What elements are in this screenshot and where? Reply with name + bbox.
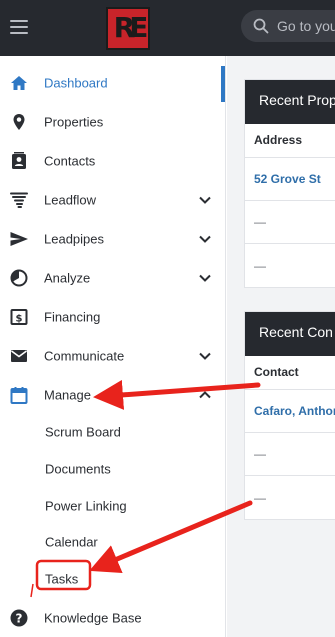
app-logo[interactable]: RE bbox=[106, 7, 150, 50]
sidebar-subitem-calendar[interactable]: Calendar bbox=[0, 523, 222, 560]
sidebar-item-dashboard[interactable]: Dashboard bbox=[0, 63, 222, 102]
sidebar-subitem-scrum-board[interactable]: Scrum Board bbox=[0, 413, 222, 450]
svg-text:$: $ bbox=[16, 313, 23, 324]
chevron-up-icon[interactable] bbox=[198, 390, 212, 400]
sidebar-subitem-label: Scrum Board bbox=[45, 424, 121, 439]
map-pin-icon bbox=[13, 113, 25, 130]
sidebar-item-label: Manage bbox=[44, 387, 91, 402]
chevron-down-icon[interactable] bbox=[198, 234, 212, 244]
sidebar-item-label: Dashboard bbox=[44, 75, 108, 90]
hamburger-menu-icon[interactable] bbox=[10, 20, 28, 34]
top-bar: RE Go to you bbox=[0, 0, 335, 56]
table-row: — bbox=[254, 258, 266, 273]
recent-properties-card: Recent Prop Address 52 Grove St — — bbox=[244, 79, 335, 288]
sidebar-subitem-label: Power Linking bbox=[45, 498, 127, 513]
recent-contacts-card: Recent Con Contact Cafaro, Anthon — — bbox=[244, 311, 335, 520]
sidebar-subitem-label: Documents bbox=[45, 461, 111, 476]
chevron-down-icon[interactable] bbox=[198, 195, 212, 205]
sidebar-item-label: Knowledge Base bbox=[44, 610, 142, 625]
sidebar-item-leadpipes[interactable]: Leadpipes bbox=[0, 219, 222, 258]
sidebar-subitem-power-linking[interactable]: Power Linking bbox=[0, 487, 222, 524]
table-row[interactable]: 52 Grove St bbox=[245, 158, 335, 201]
send-icon bbox=[10, 231, 28, 246]
sidebar-item-label: Analyze bbox=[44, 270, 91, 285]
sidebar-item-label: Contacts bbox=[44, 153, 96, 168]
dollar-icon: $ bbox=[10, 308, 28, 325]
contacts-icon bbox=[12, 151, 26, 169]
search-placeholder: Go to you bbox=[277, 18, 335, 34]
calendar-icon bbox=[10, 386, 28, 404]
table-row: — bbox=[245, 201, 335, 244]
sidebar-item-label: Properties bbox=[44, 114, 104, 129]
sidebar-item-financing[interactable]: $ Financing bbox=[0, 297, 222, 336]
sidebar-item-contacts[interactable]: Contacts bbox=[0, 141, 222, 180]
sidebar-item-manage[interactable]: Manage bbox=[0, 375, 222, 414]
sidebar-item-label: Leadflow bbox=[44, 192, 97, 207]
funnel-tornado-icon bbox=[10, 192, 28, 208]
card-title: Recent Con bbox=[245, 312, 335, 356]
envelope-icon bbox=[11, 349, 27, 362]
sidebar-item-leadflow[interactable]: Leadflow bbox=[0, 180, 222, 219]
column-header-contact: Contact bbox=[245, 356, 335, 390]
pie-icon bbox=[10, 269, 28, 286]
sidebar-subitem-label: Calendar bbox=[45, 534, 98, 549]
column-header-address: Address bbox=[245, 124, 335, 158]
sidebar-item-label: Leadpipes bbox=[44, 231, 104, 246]
table-row: — bbox=[245, 433, 335, 476]
svg-text:?: ? bbox=[16, 611, 23, 625]
table-row: — bbox=[254, 490, 266, 505]
sidebar-subitem-tasks[interactable]: Tasks bbox=[0, 560, 222, 597]
sidebar-item-properties[interactable]: Properties bbox=[0, 102, 222, 141]
logo-text: RE bbox=[113, 11, 149, 44]
sidebar-item-communicate[interactable]: Communicate bbox=[0, 336, 222, 375]
sidebar-item-knowledge-base[interactable]: ? Knowledge Base bbox=[0, 598, 222, 637]
card-title: Recent Prop bbox=[245, 80, 335, 124]
chevron-down-icon[interactable] bbox=[198, 273, 212, 283]
search-input[interactable]: Go to you bbox=[241, 10, 335, 42]
sidebar-subitem-documents[interactable]: Documents bbox=[0, 450, 222, 487]
chevron-down-icon[interactable] bbox=[198, 351, 212, 361]
sidebar-item-label: Financing bbox=[44, 309, 101, 324]
sidebar-item-label: Communicate bbox=[44, 348, 125, 363]
sidebar-item-analyze[interactable]: Analyze bbox=[0, 258, 222, 297]
home-icon bbox=[11, 75, 27, 90]
question-icon: ? bbox=[10, 609, 28, 626]
table-row[interactable]: Cafaro, Anthon bbox=[245, 390, 335, 433]
sidebar-subitem-label: Tasks bbox=[45, 571, 79, 586]
search-icon bbox=[253, 18, 269, 34]
